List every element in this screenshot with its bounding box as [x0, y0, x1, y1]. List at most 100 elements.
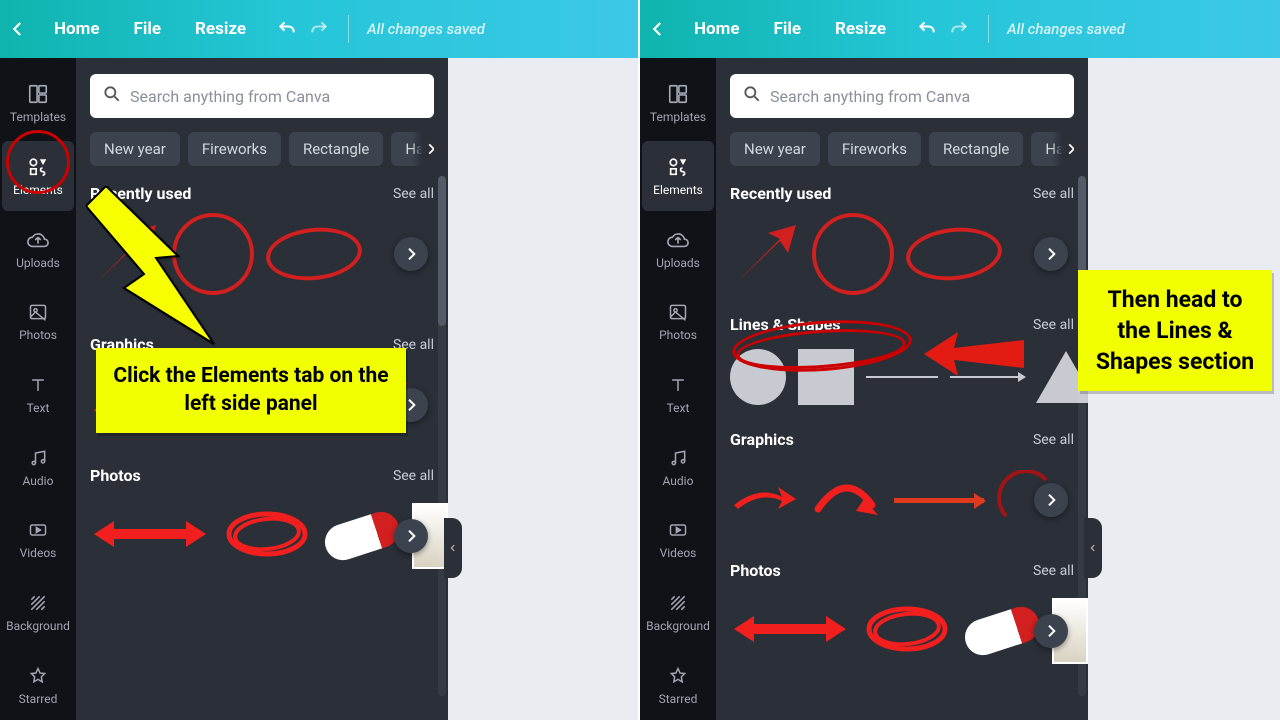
elements-panel: New year Fireworks Rectangle Happ Recent…	[716, 58, 1088, 720]
nav-file[interactable]: File	[126, 15, 170, 43]
rail-label: Photos	[19, 328, 57, 342]
element-photo-double-arrow[interactable]	[730, 612, 850, 650]
rail-audio[interactable]: Audio	[642, 431, 714, 502]
chip-new-year[interactable]: New year	[90, 132, 180, 166]
rail-text[interactable]: Text	[2, 359, 74, 430]
strip-next-button[interactable]	[1034, 237, 1068, 271]
top-bar: Home File Resize All changes saved	[640, 0, 1280, 58]
rail-text[interactable]: Text	[642, 359, 714, 430]
rail-background[interactable]: Background	[2, 577, 74, 648]
nav-resize[interactable]: Resize	[827, 15, 894, 43]
side-rail: Templates Elements Uploads Photos Text A…	[640, 58, 716, 720]
chip-fireworks[interactable]: Fireworks	[828, 132, 921, 166]
rail-uploads[interactable]: Uploads	[2, 213, 74, 284]
scrollbar-thumb[interactable]	[438, 176, 446, 326]
chip-rectangle[interactable]: Rectangle	[929, 132, 1023, 166]
save-status: All changes saved	[367, 20, 485, 38]
element-red-arrow[interactable]	[730, 219, 800, 289]
rail-videos[interactable]: Videos	[2, 504, 74, 575]
element-shape-square[interactable]	[798, 349, 854, 405]
strip-next-button[interactable]	[1034, 614, 1068, 648]
chip-rectangle[interactable]: Rectangle	[289, 132, 383, 166]
side-rail: Templates Elements Uploads Photos Text A…	[0, 58, 76, 720]
back-icon[interactable]	[8, 19, 28, 39]
search-box[interactable]	[730, 74, 1074, 118]
element-photo-oval-scribble[interactable]	[862, 601, 952, 661]
search-input[interactable]	[770, 87, 1062, 106]
section-graphics: Graphics See all	[730, 430, 1074, 543]
rail-elements[interactable]: Elements	[642, 141, 714, 212]
rail-templates[interactable]: Templates	[2, 68, 74, 139]
section-title: Photos	[730, 561, 781, 580]
rail-uploads[interactable]: Uploads	[642, 213, 714, 284]
element-graphic-line-arrow[interactable]	[894, 498, 984, 503]
nav-home[interactable]: Home	[46, 15, 108, 43]
rail-elements[interactable]: Elements	[2, 141, 74, 212]
rail-audio[interactable]: Audio	[2, 431, 74, 502]
see-all-link[interactable]: See all	[1033, 186, 1074, 202]
annotation-arrow-yellow	[86, 186, 216, 350]
strip-next-button[interactable]	[1034, 483, 1068, 517]
undo-icon[interactable]	[916, 18, 938, 40]
element-red-ellipse[interactable]	[904, 223, 1005, 285]
rail-label: Elements	[653, 183, 703, 197]
see-all-link[interactable]: See all	[393, 186, 434, 202]
search-input[interactable]	[130, 87, 422, 106]
rail-starred[interactable]: Starred	[2, 649, 74, 720]
audio-icon	[666, 446, 690, 470]
rail-photos[interactable]: Photos	[2, 286, 74, 357]
nav-home[interactable]: Home	[686, 15, 748, 43]
undo-icon[interactable]	[276, 18, 298, 40]
chip-happy[interactable]: Happ	[391, 132, 434, 166]
element-photo-oval-scribble[interactable]	[222, 506, 312, 566]
separator	[348, 15, 349, 43]
element-photo-double-arrow[interactable]	[90, 517, 210, 555]
section-photos: Photos See all	[90, 466, 434, 579]
nav-file[interactable]: File	[766, 15, 810, 43]
rail-videos[interactable]: Videos	[642, 504, 714, 575]
element-graphic-curve-arrow[interactable]	[812, 475, 882, 525]
section-title: Lines & Shapes	[730, 315, 840, 334]
text-icon	[26, 373, 50, 397]
element-red-ellipse[interactable]	[264, 223, 365, 285]
videos-icon	[666, 518, 690, 542]
rail-label: Audio	[663, 474, 694, 488]
section-photos: Photos See all	[730, 561, 1074, 674]
element-red-circle[interactable]	[812, 213, 894, 295]
chip-new-year[interactable]: New year	[730, 132, 820, 166]
strip-next-button[interactable]	[394, 519, 428, 553]
element-graphic-arrow[interactable]	[730, 475, 800, 525]
background-icon	[666, 591, 690, 615]
canvas-area[interactable]	[448, 58, 638, 720]
see-all-link[interactable]: See all	[1033, 317, 1074, 333]
chip-happy[interactable]: Happ	[1031, 132, 1074, 166]
section-title: Graphics	[730, 430, 794, 449]
annotation-arrow-red	[924, 330, 1024, 382]
search-box[interactable]	[90, 74, 434, 118]
rail-templates[interactable]: Templates	[642, 68, 714, 139]
see-all-link[interactable]: See all	[1033, 563, 1074, 579]
redo-icon[interactable]	[308, 18, 330, 40]
rail-label: Videos	[20, 546, 57, 560]
photos-icon	[666, 300, 690, 324]
suggestion-chips: New year Fireworks Rectangle Happ	[90, 132, 434, 166]
videos-icon	[26, 518, 50, 542]
chip-fireworks[interactable]: Fireworks	[188, 132, 281, 166]
templates-icon	[666, 82, 690, 106]
see-all-link[interactable]: See all	[1033, 432, 1074, 448]
redo-icon[interactable]	[948, 18, 970, 40]
collapse-panel-button[interactable]	[444, 518, 462, 578]
element-photo-marker[interactable]	[960, 602, 1043, 660]
section-recently-used: Recently used See all	[730, 184, 1074, 297]
element-photo-marker[interactable]	[320, 507, 403, 565]
rail-label: Audio	[23, 474, 54, 488]
rail-background[interactable]: Background	[642, 577, 714, 648]
strip-next-button[interactable]	[394, 237, 428, 271]
see-all-link[interactable]: See all	[393, 468, 434, 484]
rail-starred[interactable]: Starred	[642, 649, 714, 720]
element-shape-circle[interactable]	[730, 349, 786, 405]
rail-photos[interactable]: Photos	[642, 286, 714, 357]
back-icon[interactable]	[648, 19, 668, 39]
collapse-panel-button[interactable]	[1084, 518, 1102, 578]
nav-resize[interactable]: Resize	[187, 15, 254, 43]
